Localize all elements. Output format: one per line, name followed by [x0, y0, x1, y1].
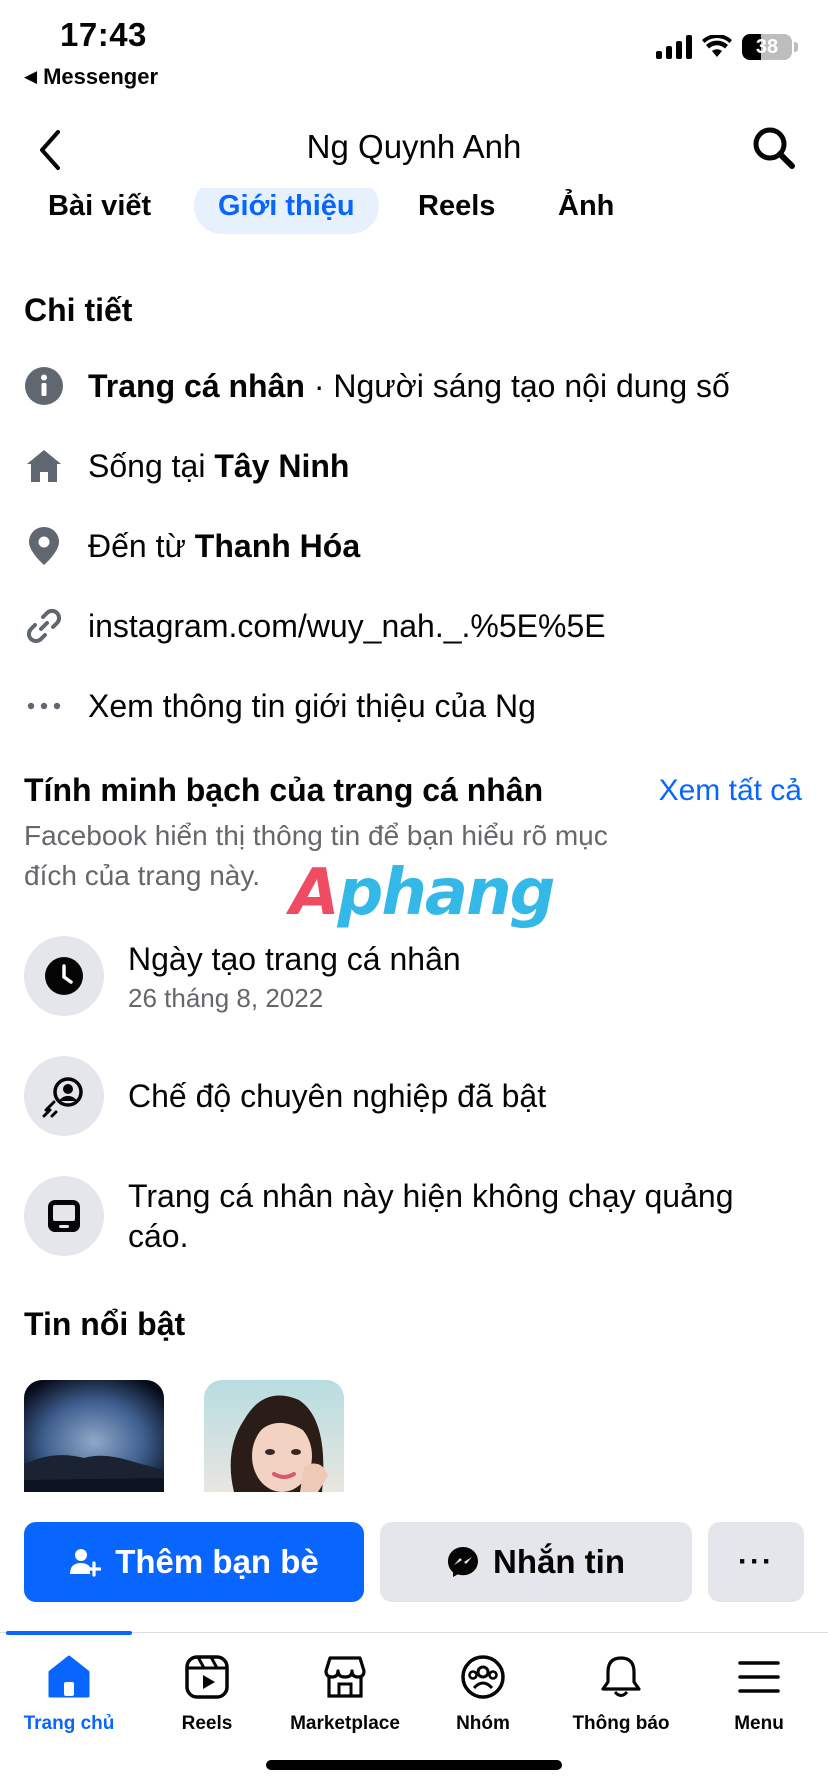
tab-posts[interactable]: Bài viết — [24, 188, 175, 234]
nav-home-label: Trang chủ — [23, 1713, 115, 1734]
marketplace-icon — [319, 1651, 371, 1703]
tab-reels[interactable]: Reels — [394, 188, 519, 234]
cellular-signal-icon — [656, 35, 692, 59]
search-icon[interactable] — [750, 124, 798, 172]
lives-prefix: Sống tại — [88, 447, 215, 484]
message-button[interactable]: Nhắn tin — [380, 1522, 692, 1602]
profile-header: Ng Quynh Anh — [0, 110, 828, 190]
tab-about[interactable]: Giới thiệu — [194, 188, 379, 234]
page-title: Ng Quynh Anh — [306, 128, 522, 165]
status-bar: 17:43 ◀ Messenger 38 — [0, 0, 828, 100]
see-all-link[interactable]: Xem tất cả — [659, 774, 802, 808]
nav-menu[interactable]: Menu — [690, 1651, 828, 1735]
more-options-button[interactable]: ··· — [708, 1522, 804, 1602]
no-ads-label: Trang cá nhân này hiện không chạy quảng … — [128, 1178, 734, 1254]
profile-type-value: · Người sáng tạo nội dung số — [304, 367, 730, 404]
professional-mode-icon — [24, 1056, 104, 1136]
back-to-app-link[interactable]: ◀ Messenger — [24, 64, 158, 90]
clock-icon — [24, 936, 104, 1016]
details-heading: Chi tiết — [24, 292, 133, 328]
wifi-icon — [702, 35, 732, 57]
status-icons: 38 — [656, 34, 798, 60]
nav-menu-label: Menu — [734, 1713, 784, 1734]
bell-icon — [595, 1651, 647, 1703]
add-friend-label: Thêm bạn bè — [115, 1543, 319, 1580]
battery-level: 38 — [755, 35, 779, 58]
from-prefix: Đến từ — [88, 527, 195, 564]
add-friend-button[interactable]: Thêm bạn bè — [24, 1522, 364, 1602]
home-icon — [43, 1651, 95, 1703]
nav-notifications-label: Thông báo — [572, 1713, 670, 1734]
professional-mode-label: Chế độ chuyên nghiệp đã bật — [128, 1078, 547, 1114]
detail-see-about[interactable]: Xem thông tin giới thiệu của Ng — [24, 681, 804, 731]
ads-device-icon — [24, 1176, 104, 1256]
highlight-story-2[interactable] — [204, 1380, 344, 1492]
groups-icon — [457, 1651, 509, 1703]
lives-city: Tây Ninh — [214, 447, 350, 484]
home-indicator-bar — [266, 1760, 562, 1770]
more-dots-label: ··· — [738, 1545, 774, 1578]
detail-lives-in: Sống tại Tây Ninh — [24, 441, 804, 491]
battery-icon: 38 — [742, 34, 798, 60]
nav-groups-label: Nhóm — [456, 1713, 510, 1734]
nav-home[interactable]: Trang chủ — [0, 1651, 138, 1735]
info-icon — [24, 366, 64, 406]
nav-notifications[interactable]: Thông báo — [552, 1651, 690, 1735]
home-icon — [24, 446, 64, 486]
active-tab-indicator — [6, 1631, 132, 1635]
transparency-ads-row: Trang cá nhân này hiện không chạy quảng … — [24, 1176, 804, 1256]
profile-type-label: Trang cá nhân — [88, 367, 305, 404]
more-dots-icon — [24, 686, 64, 726]
nav-groups[interactable]: Nhóm — [414, 1651, 552, 1735]
nav-marketplace[interactable]: Marketplace — [276, 1651, 414, 1735]
tab-photos[interactable]: Ảnh — [534, 188, 638, 234]
link-icon — [24, 606, 64, 646]
detail-link[interactable]: instagram.com/wuy_nah._.%5E%5E — [24, 601, 804, 651]
menu-icon — [733, 1651, 785, 1703]
nav-reels-label: Reels — [181, 1713, 233, 1734]
message-label: Nhắn tin — [493, 1543, 625, 1580]
transparency-heading: Tính minh bạch của trang cá nhân — [24, 772, 544, 808]
messenger-icon — [447, 1546, 479, 1578]
transparency-professional-row: Chế độ chuyên nghiệp đã bật — [24, 1056, 804, 1136]
status-time: 17:43 — [60, 16, 147, 53]
highlight-story-1[interactable] — [24, 1380, 164, 1492]
from-city: Thanh Hóa — [194, 527, 361, 564]
created-date: 26 tháng 8, 2022 — [128, 982, 324, 1013]
location-pin-icon — [24, 526, 64, 566]
created-label: Ngày tạo trang cá nhân — [128, 940, 461, 977]
detail-profile-type: Trang cá nhân · Người sáng tạo nội dung … — [24, 361, 804, 411]
nav-marketplace-label: Marketplace — [290, 1713, 400, 1734]
add-friend-icon — [69, 1546, 102, 1578]
highlights-heading: Tin nổi bật — [24, 1306, 186, 1342]
reels-icon — [181, 1651, 233, 1703]
back-triangle-icon: ◀ — [24, 67, 38, 86]
profile-tabs: Bài viết Giới thiệu Reels Ảnh — [0, 188, 828, 244]
back-app-label: Messenger — [43, 64, 159, 89]
instagram-link[interactable]: instagram.com/wuy_nah._.%5E%5E — [88, 608, 606, 645]
watermark-logo: Aphang — [290, 856, 555, 930]
transparency-created-row: Ngày tạo trang cá nhân 26 tháng 8, 2022 — [24, 936, 804, 1016]
nav-reels[interactable]: Reels — [138, 1651, 276, 1735]
see-about-label: Xem thông tin giới thiệu của Ng — [88, 687, 536, 724]
detail-from: Đến từ Thanh Hóa — [24, 521, 804, 571]
